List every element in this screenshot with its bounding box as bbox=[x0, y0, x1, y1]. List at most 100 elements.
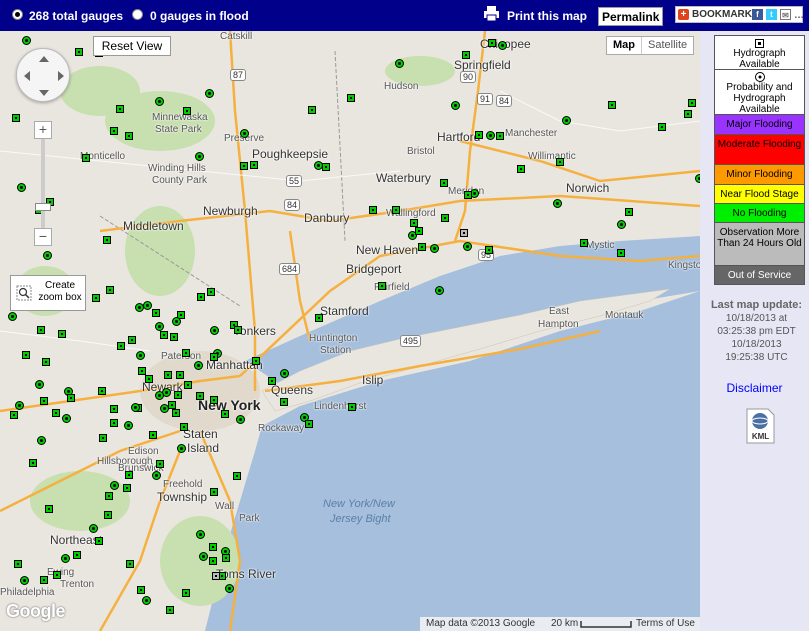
gauge-marker[interactable] bbox=[580, 239, 588, 247]
gauge-marker[interactable] bbox=[462, 51, 470, 59]
gauge-marker[interactable] bbox=[684, 110, 692, 118]
gauge-marker[interactable] bbox=[210, 353, 218, 361]
gauge-marker[interactable] bbox=[73, 551, 81, 559]
gauge-marker[interactable] bbox=[347, 94, 355, 102]
gauge-marker[interactable] bbox=[234, 326, 242, 334]
gauge-marker[interactable] bbox=[125, 132, 133, 140]
gauge-marker[interactable] bbox=[435, 286, 444, 295]
gauge-marker[interactable] bbox=[280, 398, 288, 406]
gauge-marker[interactable] bbox=[160, 331, 168, 339]
reset-view-button[interactable]: Reset View bbox=[93, 36, 171, 56]
map-canvas[interactable]: CatskillChicopeeSpringfieldHudsonMinnewa… bbox=[0, 31, 700, 631]
gauge-marker[interactable] bbox=[22, 36, 31, 45]
gauge-marker[interactable] bbox=[418, 243, 426, 251]
gauge-marker[interactable] bbox=[688, 99, 696, 107]
gauge-marker[interactable] bbox=[240, 162, 248, 170]
gauge-marker[interactable] bbox=[61, 554, 70, 563]
gauge-marker[interactable] bbox=[322, 163, 330, 171]
gauge-marker[interactable] bbox=[252, 357, 260, 365]
print-map-link[interactable]: Print this map bbox=[507, 9, 587, 23]
gauge-marker[interactable] bbox=[136, 351, 145, 360]
gauge-marker[interactable] bbox=[209, 557, 217, 565]
gauge-marker[interactable] bbox=[236, 415, 245, 424]
gauge-marker[interactable] bbox=[172, 317, 181, 326]
gauge-marker[interactable] bbox=[517, 165, 525, 173]
gauge-marker[interactable] bbox=[67, 394, 75, 402]
gauge-marker[interactable] bbox=[199, 552, 208, 561]
gauge-marker[interactable] bbox=[37, 326, 45, 334]
bookmark-button[interactable]: + BOOKMARK f t ✉ … bbox=[675, 6, 804, 23]
gauge-marker[interactable] bbox=[617, 220, 626, 229]
map-type-map-button[interactable]: Map bbox=[607, 37, 642, 54]
kml-icon[interactable]: KML bbox=[744, 408, 776, 444]
gauge-marker[interactable] bbox=[305, 420, 313, 428]
gauge-marker[interactable] bbox=[556, 158, 564, 166]
gauge-marker[interactable] bbox=[105, 492, 113, 500]
total-gauges-label[interactable]: 268 total gauges bbox=[29, 9, 123, 23]
gauge-marker[interactable] bbox=[166, 606, 174, 614]
gauge-marker[interactable] bbox=[182, 589, 190, 597]
gauge-marker[interactable] bbox=[194, 361, 203, 370]
gauge-marker[interactable] bbox=[40, 576, 48, 584]
gauge-marker[interactable] bbox=[124, 421, 133, 430]
gauge-marker[interactable] bbox=[183, 107, 191, 115]
gauge-marker[interactable] bbox=[152, 471, 161, 480]
gauge-marker[interactable] bbox=[170, 333, 178, 341]
gauge-marker[interactable] bbox=[98, 387, 106, 395]
gauge-marker[interactable] bbox=[280, 369, 289, 378]
pan-arrows-icon[interactable] bbox=[17, 49, 71, 103]
gauge-marker[interactable] bbox=[440, 179, 448, 187]
gauge-marker[interactable] bbox=[207, 288, 215, 296]
gauge-marker[interactable] bbox=[463, 242, 472, 251]
gauge-marker[interactable] bbox=[496, 132, 504, 140]
gauge-marker[interactable] bbox=[29, 459, 37, 467]
gauge-marker[interactable] bbox=[14, 560, 22, 568]
gauge-marker[interactable] bbox=[164, 371, 172, 379]
gauge-marker[interactable] bbox=[22, 351, 30, 359]
gauge-marker-old[interactable] bbox=[460, 229, 468, 237]
gauge-marker[interactable] bbox=[103, 236, 111, 244]
gauge-marker[interactable] bbox=[8, 312, 17, 321]
gauge-marker[interactable] bbox=[315, 314, 323, 322]
gauge-marker[interactable] bbox=[104, 511, 112, 519]
zoom-slider-handle[interactable] bbox=[35, 203, 51, 211]
gauge-marker[interactable] bbox=[222, 554, 230, 562]
gauge-marker[interactable] bbox=[392, 206, 400, 214]
more-icon[interactable]: … bbox=[794, 10, 804, 21]
gauge-marker-old[interactable] bbox=[212, 572, 220, 580]
gauge-marker[interactable] bbox=[40, 397, 48, 405]
gauge-marker[interactable] bbox=[369, 206, 377, 214]
gauge-marker[interactable] bbox=[210, 396, 218, 404]
gauge-marker[interactable] bbox=[117, 342, 125, 350]
gauge-marker[interactable] bbox=[196, 530, 205, 539]
gauge-marker[interactable] bbox=[10, 411, 18, 419]
twitter-icon[interactable]: t bbox=[766, 9, 777, 20]
gauge-marker[interactable] bbox=[250, 161, 258, 169]
gauge-marker[interactable] bbox=[197, 293, 205, 301]
zoom-slider-track[interactable] bbox=[41, 139, 45, 228]
gauge-marker[interactable] bbox=[608, 101, 616, 109]
gauge-marker[interactable] bbox=[126, 560, 134, 568]
gauge-marker[interactable] bbox=[110, 405, 118, 413]
gauge-marker[interactable] bbox=[395, 59, 404, 68]
terms-link[interactable]: Terms of Use bbox=[636, 618, 695, 629]
gauge-marker[interactable] bbox=[553, 199, 562, 208]
gauge-marker[interactable] bbox=[123, 484, 131, 492]
gauge-marker[interactable] bbox=[176, 371, 184, 379]
gauge-marker[interactable] bbox=[20, 576, 29, 585]
gauge-marker[interactable] bbox=[184, 381, 192, 389]
gauge-marker[interactable] bbox=[95, 537, 103, 545]
gauge-marker[interactable] bbox=[42, 358, 50, 366]
gauge-marker[interactable] bbox=[156, 460, 164, 468]
gauge-marker[interactable] bbox=[233, 472, 241, 480]
gauge-marker[interactable] bbox=[209, 543, 217, 551]
facebook-icon[interactable]: f bbox=[752, 9, 763, 20]
gauge-marker[interactable] bbox=[180, 423, 188, 431]
gauge-marker[interactable] bbox=[378, 282, 386, 290]
gauge-marker[interactable] bbox=[53, 571, 61, 579]
gauge-marker[interactable] bbox=[92, 294, 100, 302]
gauge-marker[interactable] bbox=[15, 401, 24, 410]
gauge-marker[interactable] bbox=[125, 471, 133, 479]
gauge-marker[interactable] bbox=[240, 129, 249, 138]
pan-control[interactable] bbox=[16, 48, 70, 102]
